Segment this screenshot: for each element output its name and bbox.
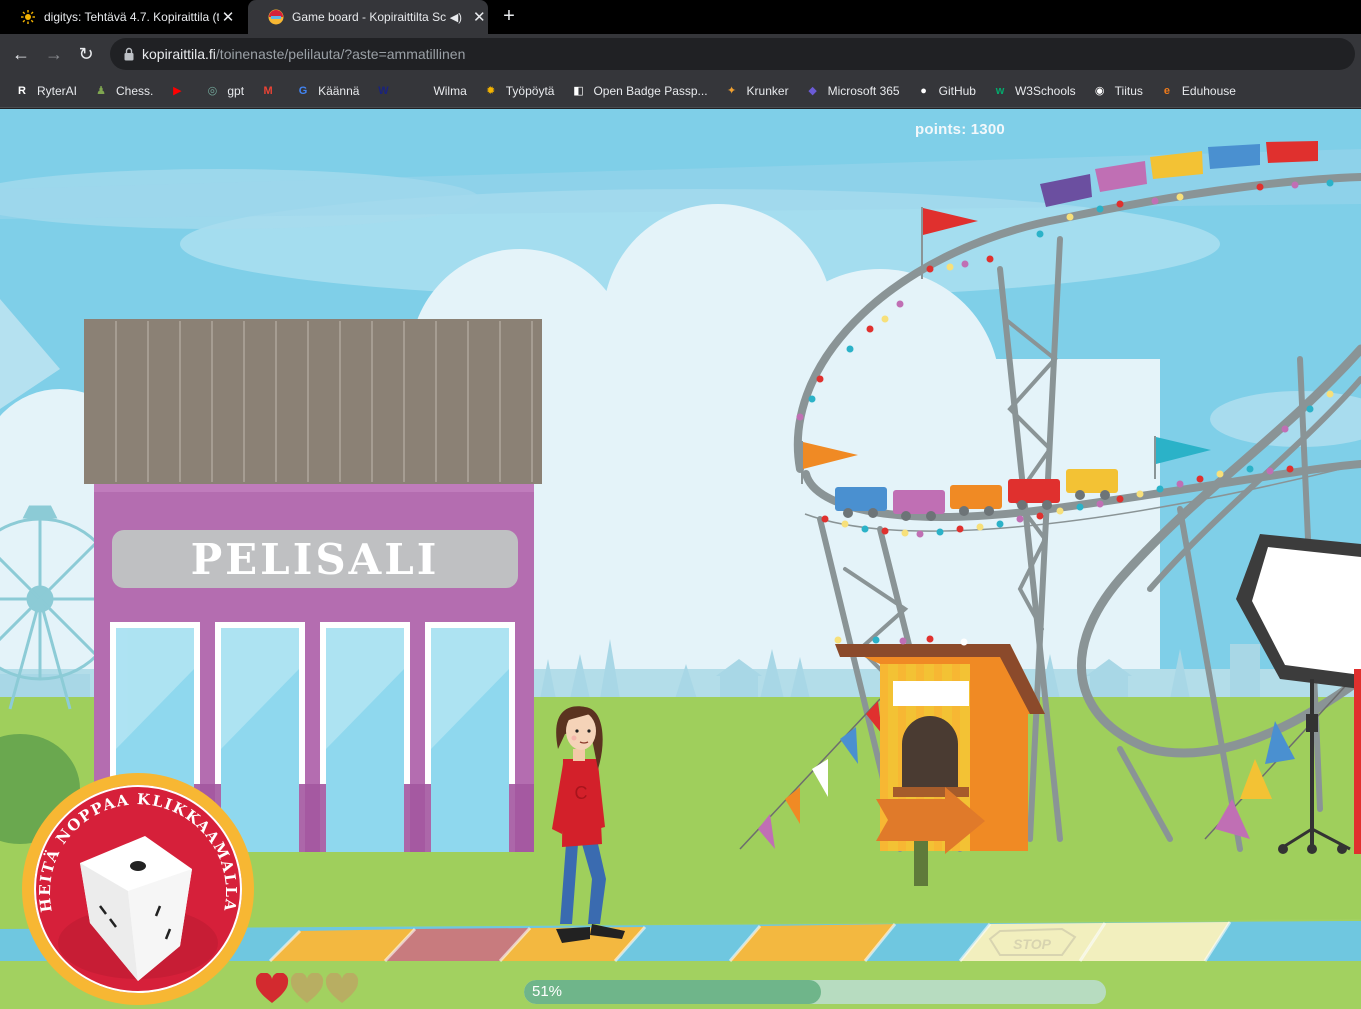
bookmark-label: GitHub — [938, 83, 976, 98]
w-icon: W — [378, 84, 389, 97]
youtube-icon: ▶ — [173, 85, 182, 97]
bookmark-label: Microsoft 365 — [827, 83, 900, 98]
bookmark-wilma[interactable]: Wilma — [410, 83, 466, 99]
stop-tile-label: STOP — [1013, 936, 1052, 952]
bookmark-eduhouse[interactable]: e Eduhouse — [1159, 83, 1236, 99]
reload-icon[interactable]: ↻ — [75, 43, 97, 65]
close-icon[interactable]: ✕ — [471, 8, 488, 26]
building-sign: PELISALI — [190, 534, 440, 584]
bookmark-gpt[interactable]: ◎ gpt — [204, 83, 245, 99]
bookmark-github[interactable]: ● GitHub — [916, 83, 976, 99]
forward-arrow-icon[interactable]: → — [43, 43, 65, 65]
bookmark-label: Krunker — [746, 83, 789, 98]
bookmark-työpöytä[interactable]: ✹ Työpöytä — [483, 83, 555, 99]
new-tab-button[interactable]: + — [498, 6, 520, 28]
lives-indicator — [255, 973, 360, 1005]
m365-icon: ◆ — [808, 85, 817, 97]
sun-icon: ✹ — [486, 85, 496, 97]
tab-title: digitys: Tehtävä 4.7. Kopiraittila (t — [44, 10, 219, 24]
roll-dice-button[interactable]: HEITÄ NOPPAA KLIKKAAMALLA — [20, 771, 256, 1007]
bookmark-w3schools[interactable]: w W3Schools — [992, 83, 1076, 99]
audio-playing-icon[interactable]: ◀) — [447, 8, 464, 26]
gmail-icon: M — [263, 84, 273, 97]
progress-bar: 51% — [524, 980, 1106, 1004]
bookmark-label: Open Badge Passp... — [593, 83, 708, 98]
back-arrow-icon[interactable]: ← — [10, 43, 32, 65]
close-icon[interactable]: ✕ — [219, 8, 237, 26]
bookmark-ryterai[interactable]: R RyterAI — [14, 83, 77, 99]
tab-strip: digitys: Tehtävä 4.7. Kopiraittila (t ✕ … — [0, 0, 1361, 34]
bookmark-label: RyterAI — [37, 83, 78, 98]
tiitus-icon: ◉ — [1094, 85, 1105, 97]
bookmark-käännä[interactable]: G Käännä — [295, 83, 360, 99]
github-icon: ● — [920, 84, 927, 97]
bookmark-label: Tiitus — [1114, 83, 1143, 98]
heart-full-icon — [255, 973, 289, 1003]
heart-empty-icon — [325, 973, 359, 1003]
w3schools-icon: w — [995, 84, 1005, 97]
badge-icon: ◧ — [573, 85, 584, 97]
sun-icon — [20, 9, 36, 25]
tab-digitys[interactable]: digitys: Tehtävä 4.7. Kopiraittila (t ✕ — [0, 0, 245, 34]
heart-empty-icon — [290, 973, 324, 1003]
bookmark-gmail[interactable]: M — [260, 83, 283, 99]
browser-toolbar: ← → ↻ kopiraittila.fi/toinenaste/pelilau… — [0, 34, 1361, 74]
tab-title: Game board - Kopiraittilta Sc — [292, 10, 447, 24]
bookmark-label: W3Schools — [1014, 83, 1076, 98]
tab-game-board[interactable]: Game board - Kopiraittilta Sc ◀) ✕ — [248, 0, 488, 34]
progress-label: 51% — [532, 983, 563, 1000]
address-bar[interactable]: kopiraittila.fi/toinenaste/pelilauta/?as… — [110, 38, 1355, 70]
bookmark-chess[interactable]: ♟ Chess. — [93, 83, 153, 99]
bookmark-label: gpt — [227, 83, 245, 98]
bookmark-label: Eduhouse — [1181, 83, 1236, 98]
bookmark-open-badge-passp[interactable]: ◧ Open Badge Passp... — [570, 83, 707, 99]
game-board: STOP C points: 1300 PELISALI HEITÄ NOPPA… — [0, 109, 1361, 1009]
wilma-icon — [410, 83, 426, 99]
kopiraittila-favicon-icon — [268, 9, 284, 25]
bookmark-w[interactable]: W — [375, 83, 398, 99]
translate-icon: G — [298, 84, 308, 97]
bookmark-label: Käännä — [318, 83, 360, 98]
bookmark-tiitus[interactable]: ◉ Tiitus — [1092, 83, 1143, 99]
lock-icon — [124, 47, 134, 61]
chess-icon: ♟ — [96, 85, 106, 97]
url-text: kopiraittila.fi/toinenaste/pelilauta/?as… — [142, 46, 466, 62]
bookmark-label: Wilma — [433, 83, 467, 98]
krunker-icon: ✦ — [726, 85, 737, 97]
bookmark-label: Työpöytä — [505, 83, 555, 98]
points-counter: points: 1300 — [915, 121, 1005, 138]
bookmark-youtube[interactable]: ▶ — [169, 83, 192, 99]
progress-fill — [524, 980, 821, 1004]
svg-text:C: C — [575, 783, 588, 803]
bookmark-microsoft-365[interactable]: ◆ Microsoft 365 — [805, 83, 900, 99]
eduhouse-icon: e — [1163, 84, 1170, 97]
chatgpt-icon: ◎ — [207, 85, 218, 97]
ryterai-icon: R — [18, 84, 26, 97]
bookmarks-bar: R RyterAI ♟ Chess. ▶ ◎ gpt M G Käännä W Wilma ✹ Työpö… — [0, 74, 1361, 108]
bookmark-label: Chess. — [116, 83, 154, 98]
bookmark-krunker[interactable]: ✦ Krunker — [724, 83, 789, 99]
